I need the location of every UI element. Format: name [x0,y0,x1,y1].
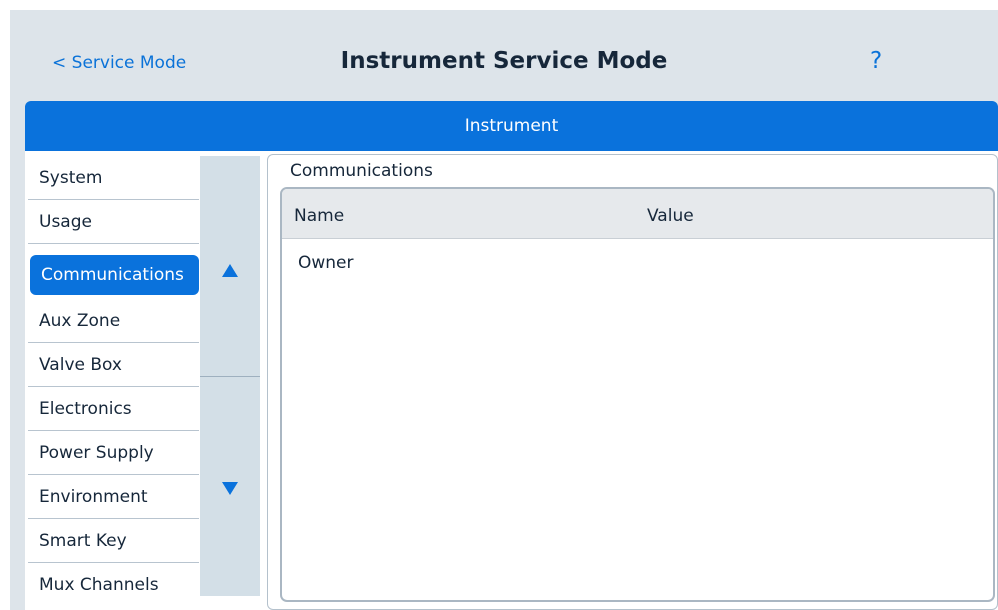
header: < Service Mode Instrument Service Mode ? [10,10,998,102]
row-name-cell: Owner [298,253,354,273]
nav-item-communications[interactable]: Communications [30,255,199,295]
nav-item-mux-channels[interactable]: Mux Channels [28,563,199,607]
nav-item-power-supply[interactable]: Power Supply [28,431,199,475]
table-row[interactable]: Owner [282,240,993,284]
content-body: System Usage Communications Aux Zone Val… [25,151,998,610]
panel-title: Communications [290,161,433,181]
help-button[interactable]: ? [870,48,882,74]
nav-item-system[interactable]: System [28,156,199,200]
column-header-name: Name [294,206,345,226]
triangle-down-icon [222,482,238,495]
nav-item-valve-box[interactable]: Valve Box [28,343,199,387]
service-mode-screen: < Service Mode Instrument Service Mode ?… [10,10,998,610]
table-header: Name Value [282,189,993,239]
nav-item-smart-key[interactable]: Smart Key [28,519,199,563]
list-scroll-control [200,156,260,596]
column-header-value: Value [647,206,694,226]
section-header-band: Instrument [25,101,998,151]
nav-item-electronics[interactable]: Electronics [28,387,199,431]
properties-table: Name Value Owner [280,187,995,602]
nav-item-usage[interactable]: Usage [28,200,199,244]
triangle-up-icon [222,264,238,277]
scroll-down-button[interactable] [200,377,260,596]
scroll-up-button[interactable] [200,156,260,376]
details-panel: Communications Name Value Owner [267,154,998,610]
category-list: System Usage Communications Aux Zone Val… [28,156,199,603]
nav-item-environment[interactable]: Environment [28,475,199,519]
section-title: Instrument [464,116,559,136]
page-title: Instrument Service Mode [340,48,668,74]
nav-item-aux-zone[interactable]: Aux Zone [28,299,199,343]
